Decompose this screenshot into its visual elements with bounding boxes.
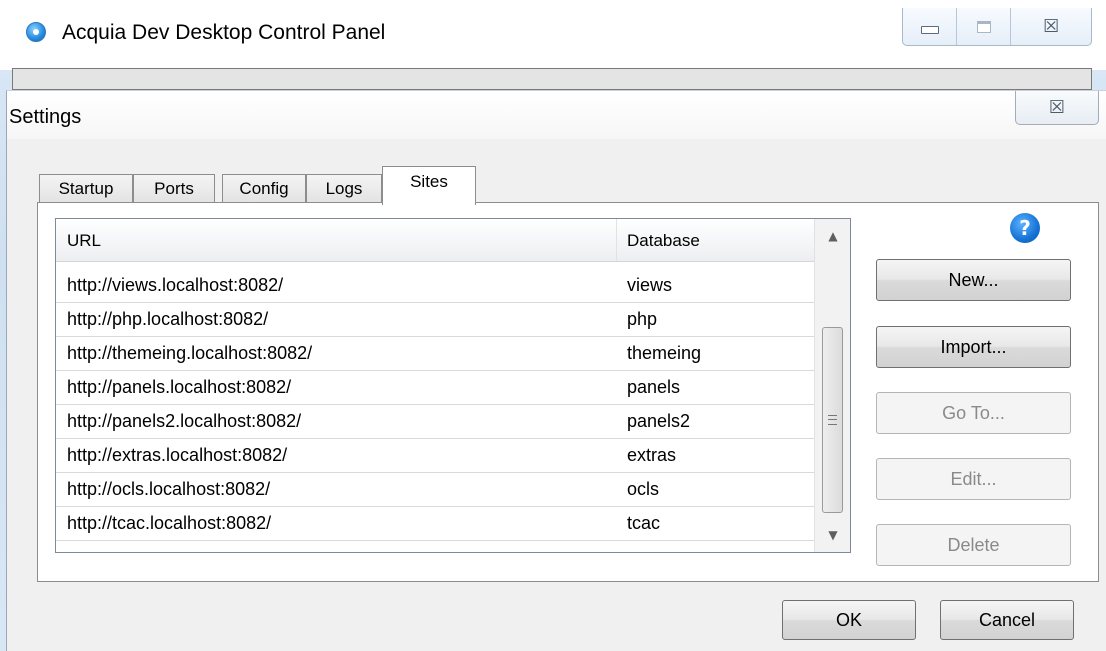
settings-title: Settings [9,106,82,128]
minimize-icon [920,25,939,34]
table-row[interactable]: http://themeing.localhost:8082/ themeing [56,337,814,371]
table-row[interactable]: http://views.localhost:8082/ views [56,269,814,303]
site-url: http://php.localhost:8082/ [67,309,269,329]
site-url: http://extras.localhost:8082/ [67,445,288,465]
tab-ports[interactable]: Ports [133,174,215,204]
site-database: views [627,275,673,295]
settings-close-button[interactable]: ☒ [1015,91,1099,125]
help-icon[interactable]: ? [1010,213,1040,243]
edit-button[interactable]: Edit... [876,458,1071,500]
goto-button[interactable]: Go To... [876,392,1071,434]
scroll-up-arrow-icon[interactable]: ▲ [815,221,850,251]
scroll-down-arrow-icon[interactable]: ▼ [815,520,850,550]
grip-icon [828,415,837,425]
table-row[interactable]: http://tcac.localhost:8082/ tcac [56,507,814,541]
site-database: extras [627,445,677,465]
sites-list-header: URL Database [56,219,814,262]
maximize-button[interactable] [957,8,1012,45]
close-icon: ☒ [1043,16,1060,37]
site-database: php [627,309,658,329]
table-row[interactable]: http://php.localhost:8082/ php [56,303,814,337]
settings-dialog: Settings ☒ Startup Ports Config Logs Sit… [6,90,1106,651]
site-url: http://views.localhost:8082/ [67,275,284,295]
site-url: http://panels2.localhost:8082/ [67,411,302,431]
column-divider[interactable] [616,219,617,261]
control-panel-body-strip [12,68,1092,90]
site-url: http://ocls.localhost:8082/ [67,479,271,499]
control-panel-titlebar: Acquia Dev Desktop Control Panel ☒ [0,0,1106,70]
tab-config[interactable]: Config [222,174,306,204]
settings-titlebar: Settings ☒ [7,91,1106,139]
control-panel-title: Acquia Dev Desktop Control Panel [62,21,386,44]
tab-sites[interactable]: Sites [382,166,476,205]
column-header-database[interactable]: Database [627,231,700,251]
site-url: http://themeing.localhost:8082/ [67,343,313,363]
site-database: panels2 [627,411,691,431]
site-database: themeing [627,343,702,363]
close-icon: ☒ [1048,97,1066,118]
window-controls: ☒ [902,8,1092,46]
minimize-button[interactable] [903,8,958,45]
site-database: panels [627,377,681,397]
site-database: tcac [627,513,661,533]
maximize-icon [976,20,991,33]
site-url: http://panels.localhost:8082/ [67,377,292,397]
table-row[interactable]: http://ocls.localhost:8082/ ocls [56,473,814,507]
ok-button[interactable]: OK [782,600,916,640]
table-row[interactable]: http://panels.localhost:8082/ panels [56,371,814,405]
sites-list-rows: http://views.localhost:8082/ views http:… [56,269,814,541]
site-database: ocls [627,479,660,499]
acquia-app-icon [26,22,46,42]
delete-button[interactable]: Delete [876,524,1071,566]
table-row[interactable]: http://extras.localhost:8082/ extras [56,439,814,473]
sites-list[interactable]: URL Database http://views.localhost:8082… [55,218,851,553]
import-button[interactable]: Import... [876,326,1071,368]
table-row[interactable]: http://panels2.localhost:8082/ panels2 [56,405,814,439]
sites-list-scrollbar[interactable]: ▲ ▼ [814,219,850,552]
tab-logs[interactable]: Logs [306,174,382,204]
site-url: http://tcac.localhost:8082/ [67,513,272,533]
tab-startup[interactable]: Startup [39,174,133,204]
close-button[interactable]: ☒ [1011,8,1091,45]
cancel-button[interactable]: Cancel [940,600,1074,640]
scrollbar-thumb[interactable] [822,327,843,513]
column-header-url[interactable]: URL [67,231,101,251]
new-button[interactable]: New... [876,259,1071,301]
